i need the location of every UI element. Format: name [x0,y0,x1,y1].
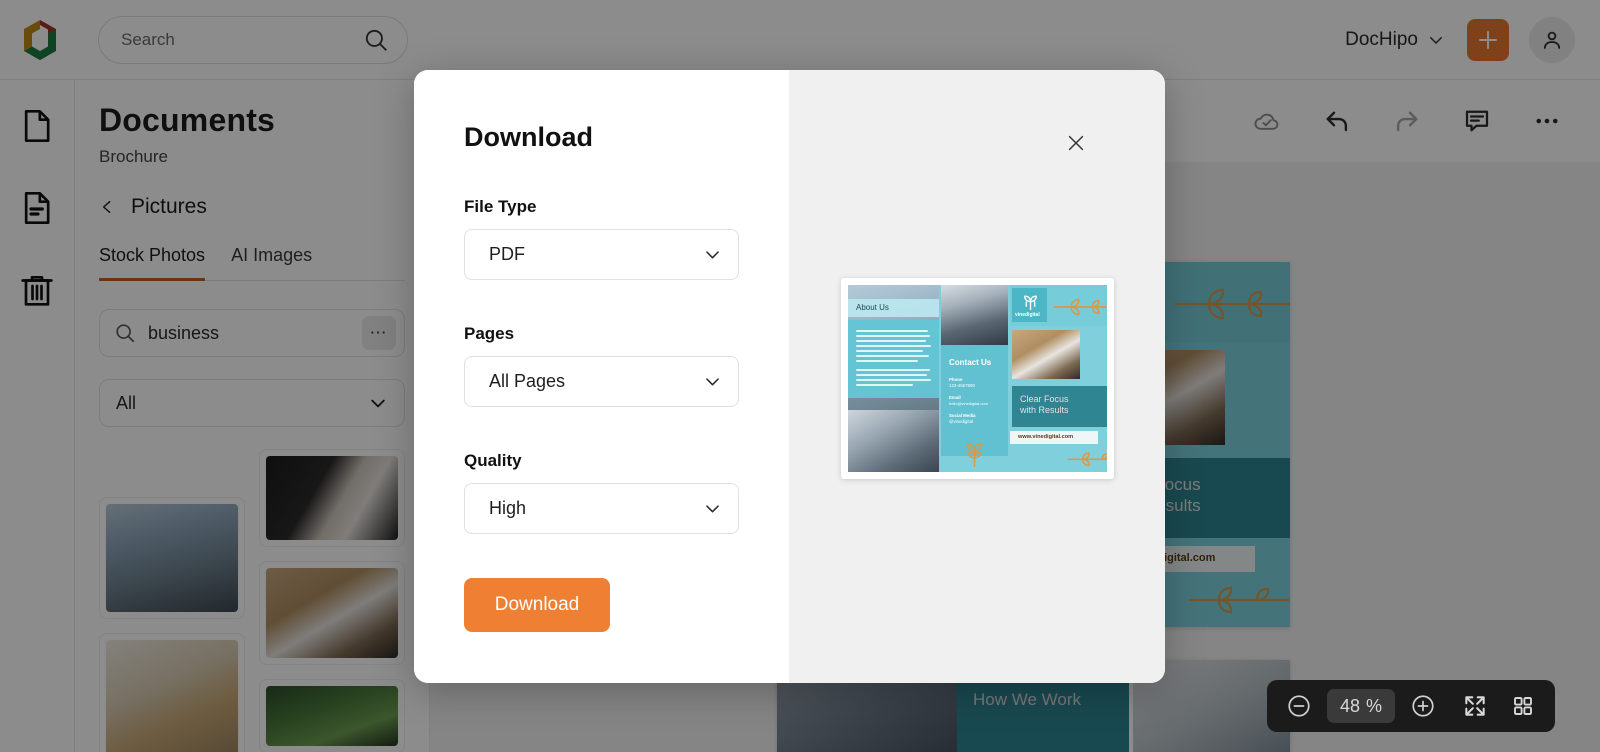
quality-select[interactable]: High [464,483,739,534]
pv-vine-motif-corner [1067,452,1107,467]
minus-circle-icon [1288,695,1310,717]
pv-contact-heading: Contact Us [949,358,992,367]
modal-title: Download [464,122,593,152]
pv-phone-value: 123-4567890 [949,383,975,388]
preview-page-render: About Us Contact Us Phone 123-4567890 Em… [848,285,1107,472]
zoom-level-display[interactable]: 48 % [1327,689,1395,723]
zoom-control-bar: 48 % [1267,680,1555,732]
pages-select[interactable]: All Pages [464,356,739,407]
zoom-level-value: 48 [1339,695,1360,716]
zoom-level-unit: % [1366,695,1383,716]
zoom-in-button[interactable] [1405,688,1441,724]
pv-about-heading: About Us [856,303,889,312]
pv-phone-label: Phone [949,377,963,382]
chevron-down-icon [706,251,719,259]
pv-team-meeting-photo [848,410,939,472]
pv-three-people-photo [941,285,1008,345]
expand-arrows-icon [1465,696,1485,716]
zoom-out-button[interactable] [1281,688,1317,724]
download-submit-button[interactable]: Download [464,578,610,632]
modal-close-button[interactable] [1063,130,1089,156]
quality-value: High [489,498,527,518]
download-form: Download File Type PDF Pages All Pages Q… [414,70,789,683]
pv-tagline-line1: Clear Focus [1020,394,1069,404]
pages-value: All Pages [489,371,566,391]
pv-brand-mark-icon [1024,295,1037,310]
chevron-down-icon [706,378,719,386]
quality-label: Quality [464,451,522,470]
pv-social-label: Social Media [949,413,976,418]
file-type-select[interactable]: PDF [464,229,739,280]
pv-email-label: Email [949,395,961,400]
pv-tagline: Clear Focus with Results [1020,394,1069,416]
grid-view-icon [1514,697,1532,715]
pv-laptop-photo [1012,330,1080,379]
download-modal: Download File Type PDF Pages All Pages Q… [414,70,1165,683]
dochipo-editor-app: Search DocHipo Documents Brochure Pictur… [0,0,1600,752]
pv-website: www.vinedigital.com [1018,434,1074,440]
chevron-down-icon [706,505,719,513]
plus-circle-icon [1412,695,1434,717]
pv-vine-motif-bottom [966,442,983,467]
pv-about-body-panel [848,320,939,398]
pv-email-value: hello@vinedigital.com [949,401,988,406]
close-icon [1068,135,1084,151]
file-type-value: PDF [489,244,525,264]
fullscreen-button[interactable] [1457,688,1493,724]
pv-tagline-line2: with Results [1020,405,1069,415]
document-preview-thumbnail[interactable]: About Us Contact Us Phone 123-4567890 Em… [841,278,1114,479]
pv-social-value: @vinedigital [949,419,973,424]
grid-view-button[interactable] [1505,688,1541,724]
pages-label: Pages [464,324,515,343]
pv-brand-name: vinedigital [1015,312,1040,318]
pv-vine-motif-top [1053,298,1107,316]
file-type-label: File Type [464,197,537,216]
download-preview-pane: About Us Contact Us Phone 123-4567890 Em… [789,70,1165,683]
